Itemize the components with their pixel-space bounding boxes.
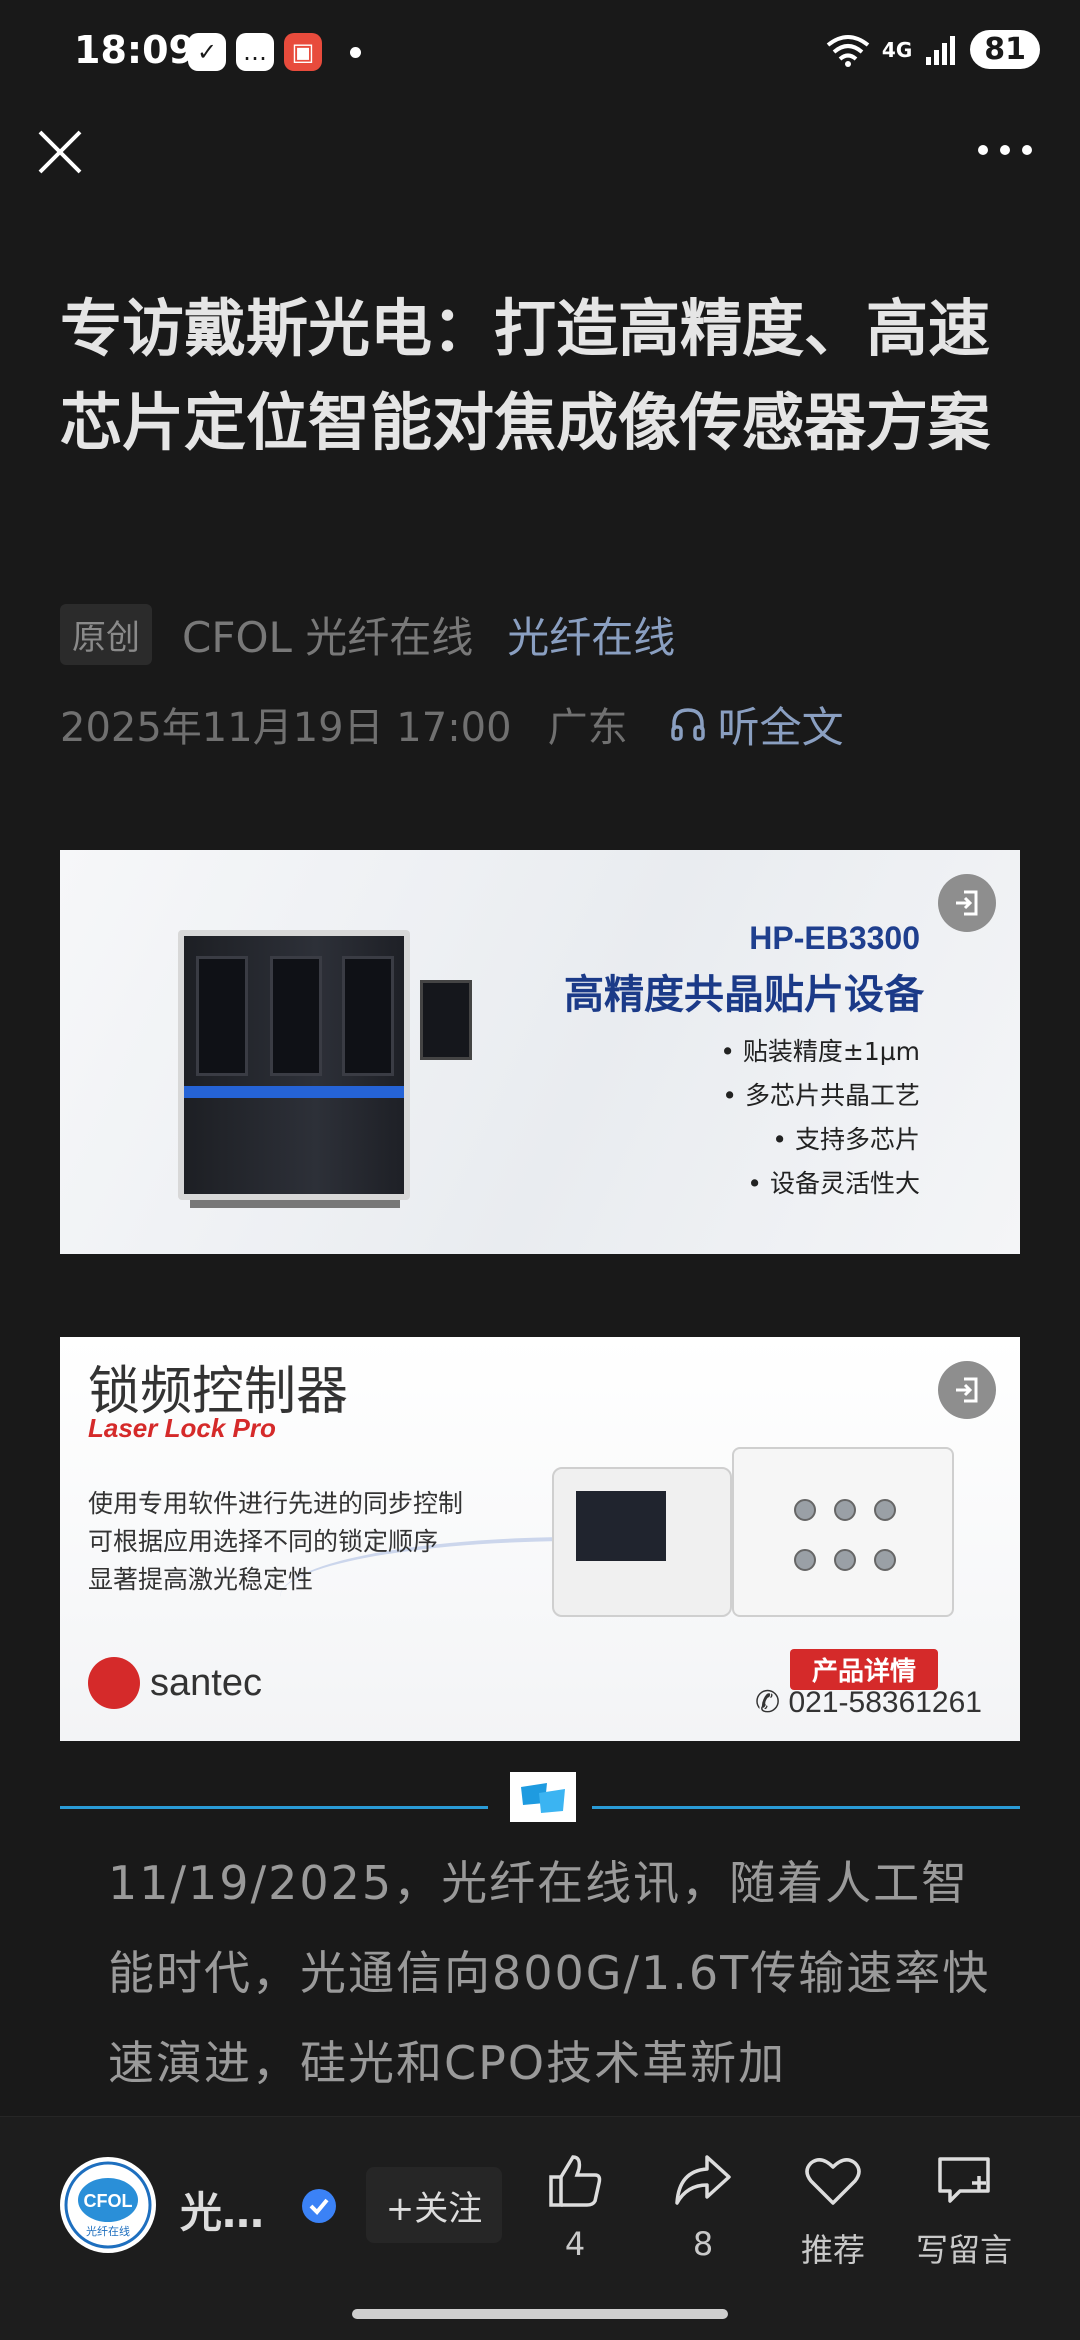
santec-brand: santec: [150, 1661, 262, 1704]
verified-icon: [302, 2189, 336, 2223]
publish-date: 2025年11月19日 17:00: [60, 705, 512, 751]
share-button[interactable]: 8: [648, 2153, 758, 2263]
more-options-button[interactable]: [970, 130, 1040, 170]
recommend-button[interactable]: 推荐: [778, 2153, 888, 2271]
more-dot-icon: [978, 145, 988, 155]
share-count: 8: [692, 2225, 714, 2263]
ad1-model: HP-EB3300: [749, 920, 920, 956]
device-knob: [874, 1499, 896, 1521]
product-details-button[interactable]: 产品详情: [789, 1649, 938, 1690]
write-comment-button[interactable]: 写留言: [904, 2153, 1024, 2271]
svg-text:CFOL: CFOL: [84, 2191, 133, 2211]
thumbs-up-icon: [549, 2155, 602, 2207]
recommend-label: 推荐: [800, 2231, 865, 2269]
account-avatar[interactable]: CFOL 光纤在线: [60, 2157, 156, 2253]
ad1-bullet: • 设备灵活性大: [747, 1169, 920, 1198]
headphones-icon: [670, 708, 705, 741]
device-knob: [874, 1549, 896, 1571]
ad-banner-bonder[interactable]: HP-EB3300 高精度共晶贴片设备 • 贴装精度±1µm • 多芯片共晶工艺…: [60, 850, 1020, 1254]
wifi-icon: [826, 34, 870, 67]
heart-icon: [805, 2158, 861, 2205]
bottom-action-bar: CFOL 光纤在线 光… +关注 4 8 推荐 写留言: [0, 2116, 1080, 2340]
follow-button[interactable]: +关注: [366, 2167, 502, 2243]
listen-button[interactable]: 听全文: [668, 694, 844, 755]
ad2-open-button[interactable]: [938, 1361, 996, 1419]
close-button[interactable]: [30, 122, 90, 182]
cfol-logo-icon: CFOL 光纤在线: [64, 2161, 152, 2249]
santec-logo-mark: [88, 1657, 140, 1709]
comment-label: 写留言: [915, 2231, 1012, 2269]
device-knob: [834, 1499, 856, 1521]
ad2-desc-line: 使用专用软件进行先进的同步控制: [88, 1489, 464, 1518]
device-screen: [576, 1491, 666, 1561]
network-type: 4G: [881, 37, 913, 62]
santec-logo: santec: [88, 1657, 262, 1709]
more-dot-icon: [1000, 145, 1010, 155]
check-chat-icon: ✓: [188, 33, 226, 71]
author-name: CFOL 光纤在线: [182, 612, 474, 662]
like-count: 4: [564, 2225, 586, 2263]
more-notifications-dot: [350, 46, 361, 58]
original-badge: 原创: [60, 603, 152, 665]
ad2-description: 使用专用软件进行先进的同步控制 可根据应用选择不同的锁定顺序 显著提高激光稳定性: [88, 1485, 463, 1599]
article-date-row: 2025年11月19日 17:00 广东 听全文: [60, 696, 844, 752]
ad2-desc-line: 可根据应用选择不同的锁定顺序: [88, 1527, 439, 1556]
device-knob: [834, 1549, 856, 1571]
ad1-open-button[interactable]: [938, 874, 996, 932]
machine-window: [270, 956, 322, 1076]
machine-window: [342, 956, 394, 1076]
status-right: 4G 81: [826, 30, 1040, 69]
device-knob: [794, 1499, 816, 1521]
ad1-bullet: • 支持多芯片: [772, 1125, 920, 1154]
article-meta: 原创 CFOL 光纤在线 光纤在线: [60, 603, 675, 665]
ad1-bullets: • 贴装精度±1µm • 多芯片共晶工艺 • 支持多芯片 • 设备灵活性大: [720, 1030, 920, 1206]
publish-region: 广东: [547, 705, 628, 751]
ad2-desc-line: 显著提高激光稳定性: [88, 1565, 314, 1594]
share-icon: [675, 2155, 731, 2205]
cfol-divider-logo: [510, 1772, 576, 1822]
notification-icons: ✓ … ▣: [188, 33, 361, 71]
svg-text:光纤在线: 光纤在线: [86, 2224, 130, 2238]
ad2-phone-number: 021-58361261: [788, 1686, 982, 1719]
home-indicator[interactable]: [352, 2309, 728, 2319]
ad1-bullet: • 多芯片共晶工艺: [722, 1081, 920, 1110]
more-dot-icon: [1022, 145, 1032, 155]
battery-level: 81: [970, 30, 1040, 69]
close-icon: [38, 130, 82, 174]
message-icon: …: [236, 33, 274, 71]
controller-device-image: [552, 1467, 732, 1617]
account-name[interactable]: 光…: [180, 2179, 264, 2240]
status-time: 18:09: [74, 28, 195, 72]
device-knob: [794, 1549, 816, 1571]
listen-label: 听全文: [717, 702, 844, 752]
ad2-phone: ✆ 021-58361261: [755, 1685, 982, 1720]
machine-band: [184, 1086, 404, 1098]
app-icon: ▣: [284, 33, 322, 71]
signal-icon: [926, 35, 956, 65]
laser-lock-device-image: [732, 1447, 954, 1617]
article-body: 11/19/2025，光纤在线讯，随着人工智能时代，光通信向800G/1.6T传…: [108, 1856, 991, 2090]
ad2-subtitle: Laser Lock Pro: [88, 1413, 276, 1443]
status-bar: 18:09 ✓ … ▣ 4G 81: [0, 0, 1080, 105]
cfol-mini-logo-icon: [521, 1783, 565, 1813]
open-link-icon: [956, 890, 978, 916]
account-link[interactable]: 光纤在线: [507, 604, 675, 665]
machine-window: [196, 956, 248, 1076]
machine-base: [190, 1200, 400, 1208]
ad1-headline: 高精度共晶贴片设备: [564, 972, 924, 1018]
section-divider: [60, 1806, 488, 1809]
like-button[interactable]: 4: [520, 2153, 630, 2263]
phone-icon: ✆: [754, 1686, 781, 1719]
comment-icon: [938, 2157, 990, 2203]
ad1-bullet: • 贴装精度±1µm: [720, 1037, 920, 1066]
ad-banner-laser-lock[interactable]: 锁频控制器 Laser Lock Pro 使用专用软件进行先进的同步控制 可根据…: [60, 1337, 1020, 1741]
bonder-machine-image: [178, 930, 410, 1200]
article-title: 专访戴斯光电：打造高精度、高速芯片定位智能对焦成像传感器方案: [60, 292, 991, 459]
section-divider: [592, 1806, 1020, 1809]
machine-monitor: [420, 980, 472, 1060]
open-link-icon: [956, 1377, 978, 1403]
